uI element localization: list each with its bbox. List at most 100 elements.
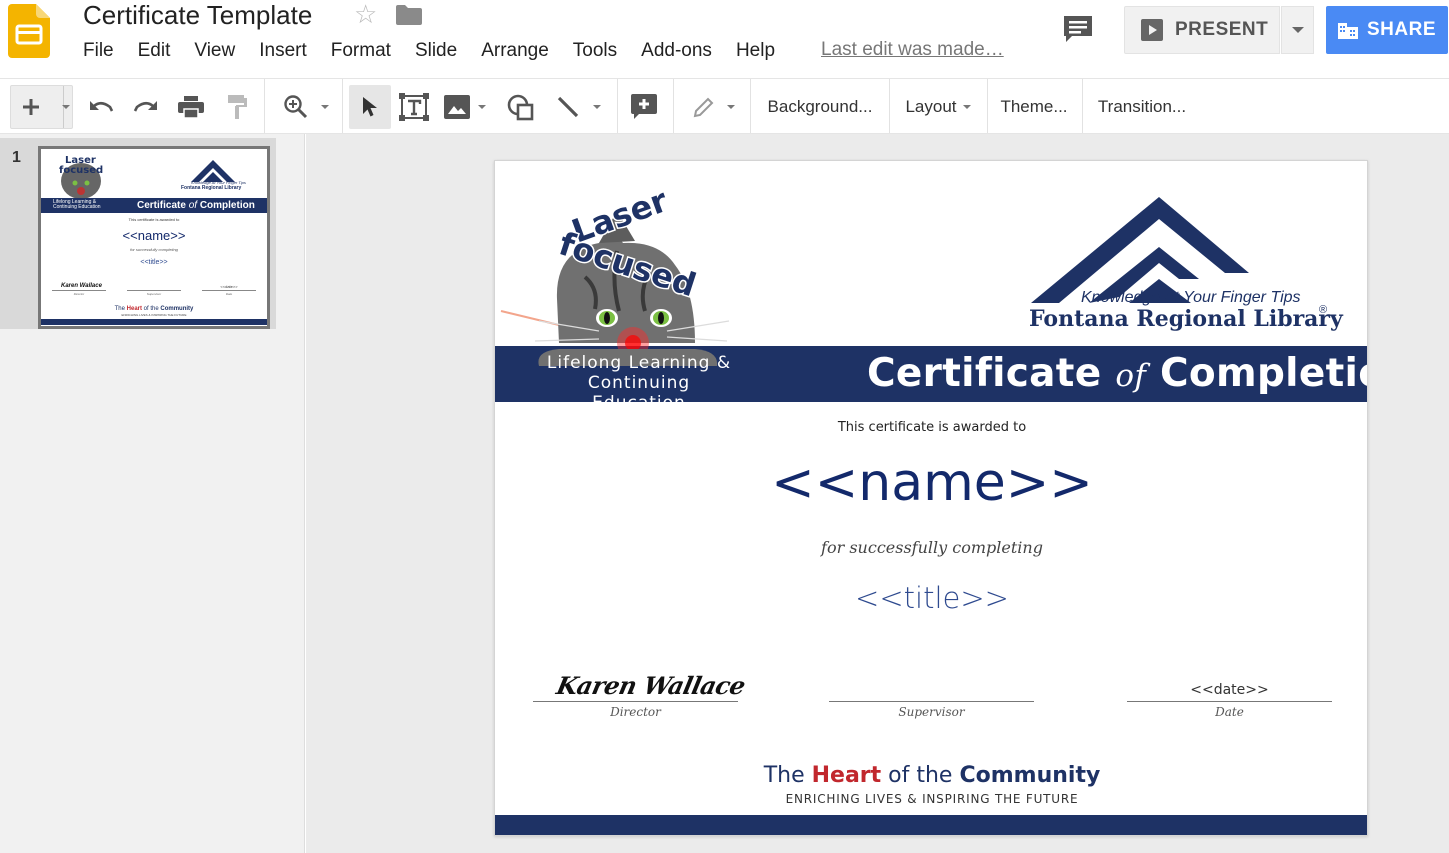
present-button[interactable]: PRESENT	[1124, 6, 1280, 54]
name-placeholder[interactable]: <<name>>	[495, 453, 1367, 513]
thumb-date: <<date>>	[220, 284, 238, 289]
date-placeholder[interactable]: <<date>>	[1127, 682, 1332, 698]
slide-thumbnail[interactable]: Laser focused Knowledge At Your Finger T…	[38, 146, 270, 329]
undo-button[interactable]	[86, 85, 116, 129]
paint-format-icon	[228, 95, 247, 119]
comments-icon[interactable]	[1062, 14, 1094, 44]
thumb-library-name: Fontana Regional Library	[181, 185, 242, 191]
line-button[interactable]	[550, 85, 606, 129]
zoom-icon	[284, 95, 308, 119]
heart-bold: Community	[959, 763, 1101, 788]
building-icon	[1338, 23, 1358, 39]
menu-format[interactable]: Format	[331, 40, 391, 66]
theme-button[interactable]: Theme...	[994, 85, 1074, 129]
supervisor-label[interactable]: Supervisor	[829, 705, 1034, 719]
certificate-title[interactable]: Certificate of Completion	[867, 351, 1367, 396]
slide-filmstrip: 1 Laser focused Knowledge At Your Finger…	[0, 134, 305, 853]
image-icon	[444, 95, 470, 119]
heart-red: Heart	[811, 763, 882, 788]
thumb-sig-line	[127, 290, 181, 291]
slides-logo-icon[interactable]	[8, 4, 50, 58]
thumb-heart-bold: Community	[160, 306, 194, 312]
thumb-heart-mid: of the	[143, 306, 159, 312]
cert-title-tail: Completion	[1160, 351, 1367, 396]
menu-view[interactable]: View	[194, 40, 235, 66]
textbox-icon	[399, 93, 429, 121]
layout-button[interactable]: Layout	[896, 85, 980, 129]
menu-insert[interactable]: Insert	[259, 40, 307, 66]
library-tagline: Knowledge At Your Finger Tips	[1081, 289, 1301, 306]
date-label[interactable]: Date	[1127, 705, 1332, 719]
cursor-arrow-icon	[363, 97, 377, 117]
director-label[interactable]: Director	[533, 705, 738, 719]
enriching-tagline: ENRICHING LIVES & INSPIRING THE FUTURE	[785, 792, 1079, 806]
thumb-heart-line: The Heart of the Community	[41, 306, 267, 312]
image-button[interactable]	[440, 85, 490, 129]
thumb-succ: for successfully completing	[130, 247, 178, 252]
divider	[673, 79, 674, 133]
cat-logo-thumb-icon: Laser focused	[59, 155, 103, 199]
pen-dropdown-icon	[727, 105, 735, 109]
date-line	[1127, 701, 1332, 702]
background-button[interactable]: Background...	[756, 85, 884, 129]
thumb-supervisor-label: Supervisor	[146, 292, 162, 296]
slide-canvas: Laser focused Lifelong Learning & Contin…	[306, 134, 1449, 853]
menu-tools[interactable]: Tools	[573, 40, 617, 66]
present-dropdown-button[interactable]	[1281, 6, 1314, 54]
divider	[750, 79, 751, 133]
paint-format-button[interactable]	[222, 85, 252, 129]
registered-mark: ®	[1319, 304, 1328, 316]
supervisor-signature-line	[829, 701, 1034, 702]
menu-slide[interactable]: Slide	[415, 40, 457, 66]
slide-thumbnail-selected[interactable]: 1 Laser focused Knowledge At Your Finger…	[0, 138, 276, 329]
last-edit-link[interactable]: Last edit was made…	[821, 39, 1004, 61]
lifelong-line-2: Continuing Education	[587, 373, 691, 413]
divider	[889, 79, 890, 133]
background-label: Background...	[767, 97, 873, 116]
select-button[interactable]	[349, 85, 391, 129]
menu-bar: File Edit View Insert Format Slide Arran…	[83, 40, 799, 66]
layout-dropdown-icon	[962, 105, 971, 109]
thumb-cert-main: Certificate	[137, 200, 186, 211]
divider	[342, 79, 343, 133]
awarded-text[interactable]: This certificate is awarded to	[495, 420, 1367, 435]
slide[interactable]: Laser focused Lifelong Learning & Contin…	[494, 160, 1368, 836]
add-comment-icon	[631, 94, 657, 119]
lifelong-line-1: Lifelong Learning &	[546, 353, 732, 373]
star-icon[interactable]: ☆	[354, 1, 377, 27]
document-title[interactable]: Certificate Template	[83, 0, 312, 31]
completing-text[interactable]: for successfully completing	[495, 538, 1367, 557]
divider	[1082, 79, 1083, 133]
menu-edit[interactable]: Edit	[138, 40, 171, 66]
menu-file[interactable]: File	[83, 40, 114, 66]
share-button[interactable]: SHARE	[1326, 6, 1448, 54]
transition-button[interactable]: Transition...	[1090, 85, 1194, 129]
new-slide-dropdown-icon[interactable]	[62, 105, 70, 109]
divider	[987, 79, 988, 133]
title-placeholder[interactable]: <<title>>	[495, 581, 1367, 615]
add-comment-button[interactable]	[627, 85, 661, 129]
divider	[264, 79, 265, 133]
menu-help[interactable]: Help	[736, 40, 775, 66]
heart-mid: of the	[888, 763, 953, 788]
present-label: PRESENT	[1175, 19, 1269, 40]
toolbar: Background... Layout Theme... Transition…	[0, 78, 1449, 134]
transition-label: Transition...	[1097, 97, 1187, 116]
plus-icon	[23, 99, 39, 115]
redo-button[interactable]	[131, 85, 161, 129]
folder-icon[interactable]	[396, 5, 422, 25]
thumb-sig-line	[202, 290, 256, 291]
print-button[interactable]	[176, 85, 206, 129]
menu-addons[interactable]: Add-ons	[641, 40, 712, 66]
textbox-button[interactable]	[396, 85, 432, 129]
thumb-cert-title: Certificate of Completion	[137, 200, 255, 211]
menu-arrange[interactable]: Arrange	[481, 40, 549, 66]
new-slide-button[interactable]	[10, 85, 73, 129]
zoom-button[interactable]	[277, 85, 335, 129]
library-roof-thumb-icon	[191, 160, 235, 182]
shape-button[interactable]	[503, 85, 537, 129]
cert-title-of: of	[1115, 358, 1147, 394]
thumb-footer-bar	[41, 319, 267, 325]
theme-label: Theme...	[1000, 97, 1068, 116]
pen-button[interactable]	[686, 85, 742, 129]
